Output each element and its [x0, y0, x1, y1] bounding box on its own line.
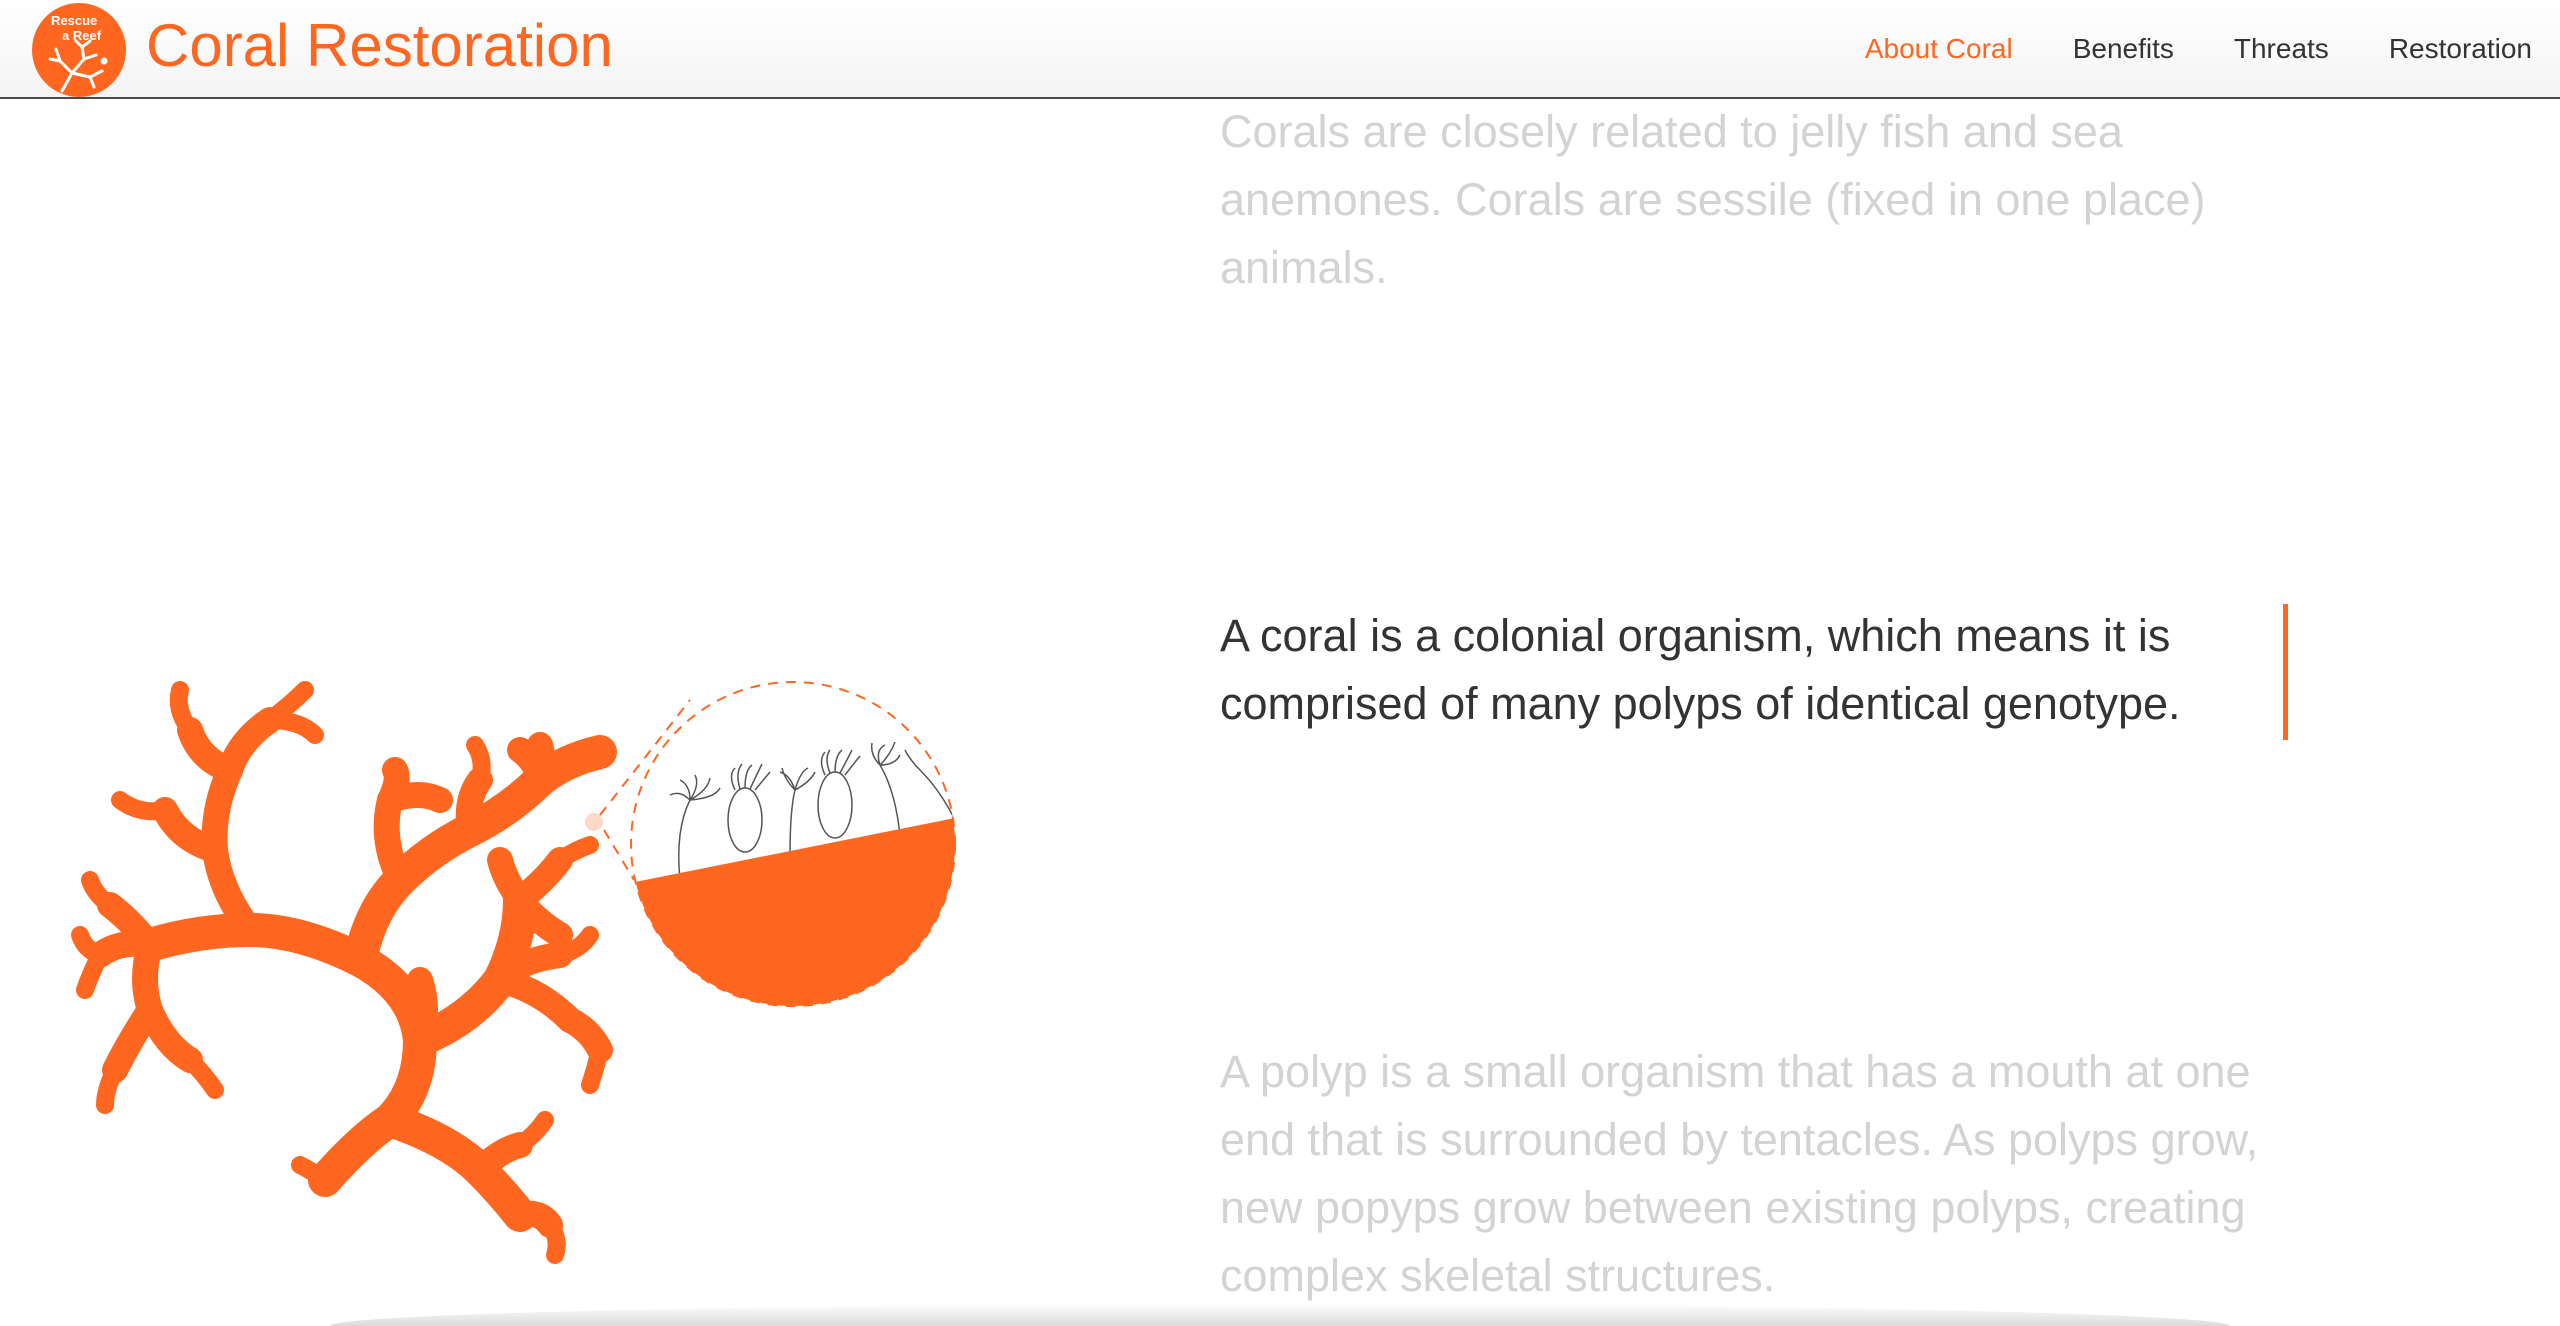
active-paragraph-indicator — [2283, 604, 2288, 740]
story-paragraph-1: Corals are closely related to jelly fish… — [1220, 106, 2206, 293]
story-paragraph-2: A coral is a colonial organism, which me… — [1220, 610, 2181, 729]
polyp-magnifier-circle — [585, 681, 956, 1007]
site-header: Rescue a Reef Coral Restoration About Co… — [0, 0, 2560, 99]
coral-illustration — [71, 681, 956, 1264]
main-nav: About Coral Benefits Threats Restoration — [1805, 31, 2532, 67]
rescue-a-reef-logo[interactable]: Rescue a Reef — [32, 3, 126, 97]
nav-about-coral[interactable]: About Coral — [1865, 31, 2013, 67]
nav-benefits[interactable]: Benefits — [2073, 31, 2174, 67]
site-title[interactable]: Coral Restoration — [146, 10, 613, 82]
coral-branch-icon — [48, 39, 108, 93]
nav-threats[interactable]: Threats — [2234, 31, 2329, 67]
branching-coral — [71, 681, 617, 1264]
story-paragraph-3: A polyp is a small organism that has a m… — [1220, 1046, 2259, 1301]
nav-restoration[interactable]: Restoration — [2389, 31, 2532, 67]
